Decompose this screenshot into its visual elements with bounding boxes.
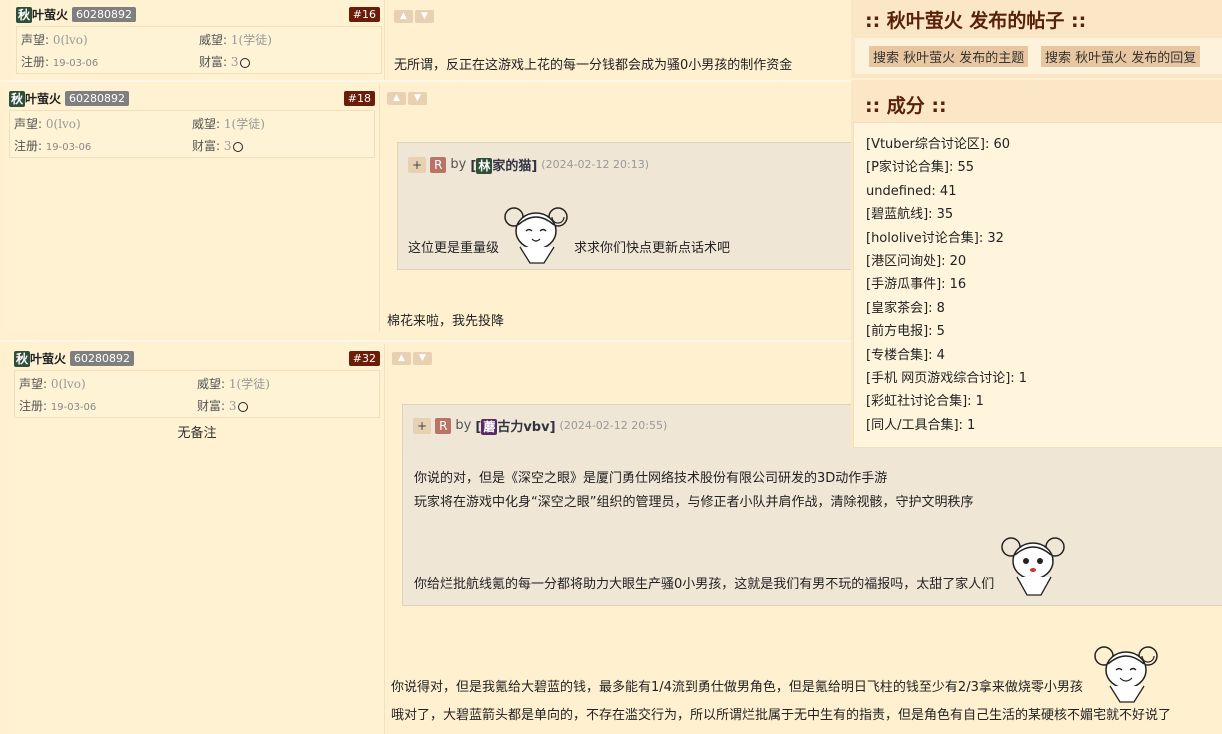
composition-title: :: 成分 :: <box>865 95 947 117</box>
floor-number[interactable]: #18 <box>343 91 375 106</box>
composition-item[interactable]: [碧蓝航线]: 35 <box>866 203 1027 226</box>
anime-girl-sticker <box>1001 537 1065 596</box>
search-topics-button[interactable]: 搜索 秋叶萤火 发布的主题 <box>869 46 1029 67</box>
username-link[interactable]: 叶萤火 <box>30 350 66 367</box>
composition-item[interactable]: [前方电报]: 5 <box>866 320 1027 343</box>
quote-line: 玩家将在游戏中化身“深空之眼”组织的管理员，与修正者小队并肩作战，清除视骸，守护… <box>414 495 974 510</box>
post-32-user-panel: 秋 叶萤火 60280892 #32 声望: 0(lvo) 威望: 1(学徒) … <box>10 344 385 734</box>
reply-button[interactable]: R <box>430 156 447 173</box>
coin-icon <box>237 401 248 412</box>
composition-item[interactable]: [hololive讨论合集]: 32 <box>866 227 1027 250</box>
wealth-stat: 财富: 3 <box>199 53 250 70</box>
register-date-stat: 注册: 19-03-06 <box>14 139 92 153</box>
composition-item[interactable]: [Vtuber综合讨论区]: 60 <box>866 133 1027 156</box>
prestige-stat: 威望: 1(学徒) <box>192 117 265 131</box>
fame-stat: 声望: 0(lvo) <box>19 377 86 391</box>
post-body: 哦对了，大碧蓝箭头都是单向的，不存在滥交行为，所以所谓烂批属于无中生有的指责，但… <box>391 708 1172 723</box>
quote-by-label: by <box>450 157 467 172</box>
thumbs-up-icon[interactable]: ▲ <box>394 10 413 23</box>
reply-button[interactable]: R <box>435 417 452 434</box>
post-body: 你说得对，但是我氪给大碧蓝的钱，最多能有1/4流到勇仕做男角色，但是氪给明日飞柱… <box>391 680 1083 695</box>
vote-buttons: ▲ ▼ <box>394 10 434 23</box>
user-stats: 声望: 0(lvo) 威望: 1(学徒) 注册: 19-03-06 财富: 3 <box>16 26 382 74</box>
post-18-user-panel: 秋 叶萤火 60280892 #18 声望: 0(lvo) 威望: 1(学徒) … <box>5 84 380 332</box>
user-id-badge[interactable]: 60280892 <box>72 7 137 22</box>
quote-date: (2024-02-12 20:55) <box>559 419 668 432</box>
register-date-stat: 注册: 19-03-06 <box>21 55 99 69</box>
composition-item[interactable]: [彩虹社讨论合集]: 1 <box>866 390 1027 413</box>
user-posts-title: :: 秋叶萤火 发布的帖子 :: <box>865 10 1087 32</box>
register-date-stat: 注册: 19-03-06 <box>19 399 97 413</box>
composition-item[interactable]: [港区问询处]: 20 <box>866 250 1027 273</box>
quote-author[interactable]: [蘑古力vbv] <box>475 416 556 435</box>
user-stats: 声望: 0(lvo) 威望: 1(学徒) 注册: 19-03-06 财富: 3 <box>14 370 380 418</box>
composition-item[interactable]: [皇家茶会]: 8 <box>866 297 1027 320</box>
avatar[interactable]: 秋 <box>14 350 31 367</box>
user-id-badge[interactable]: 60280892 <box>70 351 135 366</box>
thumbs-down-icon[interactable]: ▼ <box>408 92 427 105</box>
post-body: 棉花来啦，我先投降 <box>387 314 505 329</box>
thumbs-up-icon[interactable]: ▲ <box>387 92 406 105</box>
anime-girl-sticker <box>1094 646 1158 703</box>
composition-item[interactable]: [手游瓜事件]: 16 <box>866 273 1027 296</box>
quote-block: + R by [林家的猫] (2024-02-12 20:13) 这位更是重量级… <box>397 142 853 270</box>
expand-quote-button[interactable]: + <box>408 156 427 173</box>
thumbs-down-icon[interactable]: ▼ <box>415 10 434 23</box>
quote-text: 这位更是重量级 <box>408 241 500 256</box>
quote-author-avatar: 蘑 <box>481 419 498 435</box>
composition-item[interactable]: [手机 网页游戏综合讨论]: 1 <box>866 367 1027 390</box>
vote-buttons: ▲ ▼ <box>387 92 427 105</box>
avatar[interactable]: 秋 <box>16 6 33 23</box>
anime-girl-sticker <box>504 207 568 264</box>
fame-stat: 声望: 0(lvo) <box>14 117 81 131</box>
user-stats: 声望: 0(lvo) 威望: 1(学徒) 注册: 19-03-06 财富: 3 <box>9 110 375 158</box>
vote-buttons: ▲ ▼ <box>392 352 432 365</box>
composition-item[interactable]: undefined: 41 <box>866 180 1027 203</box>
floor-number[interactable]: #16 <box>348 7 380 22</box>
quote-by-label: by <box>455 418 472 433</box>
prestige-stat: 威望: 1(学徒) <box>199 33 272 47</box>
composition-item[interactable]: [专楼合集]: 4 <box>866 344 1027 367</box>
post-16-user-panel: 秋 叶萤火 60280892 #16 声望: 0(lvo) 威望: 1(学徒) … <box>12 0 385 80</box>
coin-icon <box>232 141 243 152</box>
coin-icon <box>239 57 250 68</box>
quote-line: 你给烂批航线氪的每一分都将助力大眼生产骚0小男孩，这就是我们有男不玩的福报吗，太… <box>414 577 995 592</box>
quote-author-avatar: 林 <box>476 158 493 174</box>
username-link[interactable]: 叶萤火 <box>32 6 68 23</box>
composition-item[interactable]: [同人/工具合集]: 1 <box>866 414 1027 437</box>
username-link[interactable]: 叶萤火 <box>25 90 61 107</box>
composition-item[interactable]: [P家讨论合集]: 55 <box>866 156 1027 179</box>
user-remark: 无备注 <box>177 426 217 441</box>
avatar[interactable]: 秋 <box>9 90 26 107</box>
user-id-badge[interactable]: 60280892 <box>65 91 130 106</box>
prestige-stat: 威望: 1(学徒) <box>197 377 270 391</box>
wealth-stat: 财富: 3 <box>197 397 248 414</box>
post-body: 无所谓，反正在这游戏上花的每一分钱都会成为骚0小男孩的制作资金 <box>394 58 793 73</box>
composition-panel: :: 成分 :: [Vtuber综合讨论区]: 60 [P家讨论合集]: 55 un… <box>851 80 1222 448</box>
fame-stat: 声望: 0(lvo) <box>21 33 88 47</box>
composition-list: [Vtuber综合讨论区]: 60 [P家讨论合集]: 55 undefined: … <box>853 122 1222 448</box>
quote-author[interactable]: [林家的猫] <box>470 155 537 174</box>
wealth-stat: 财富: 3 <box>192 137 243 154</box>
thumbs-up-icon[interactable]: ▲ <box>392 352 411 365</box>
search-replies-button[interactable]: 搜索 秋叶萤火 发布的回复 <box>1041 46 1201 67</box>
expand-quote-button[interactable]: + <box>413 417 432 434</box>
quote-line: 你说的对，但是《深空之眼》是厦门勇仕网络技术股份有限公司研发的3D动作手游 <box>414 471 888 486</box>
quote-date: (2024-02-12 20:13) <box>541 158 650 171</box>
quote-text: 求求你们快点更新点话术吧 <box>574 241 731 256</box>
floor-number[interactable]: #32 <box>348 351 380 366</box>
thumbs-down-icon[interactable]: ▼ <box>413 352 432 365</box>
user-posts-panel: :: 秋叶萤火 发布的帖子 :: 搜索 秋叶萤火 发布的主题 搜索 秋叶萤火 发… <box>851 0 1222 78</box>
